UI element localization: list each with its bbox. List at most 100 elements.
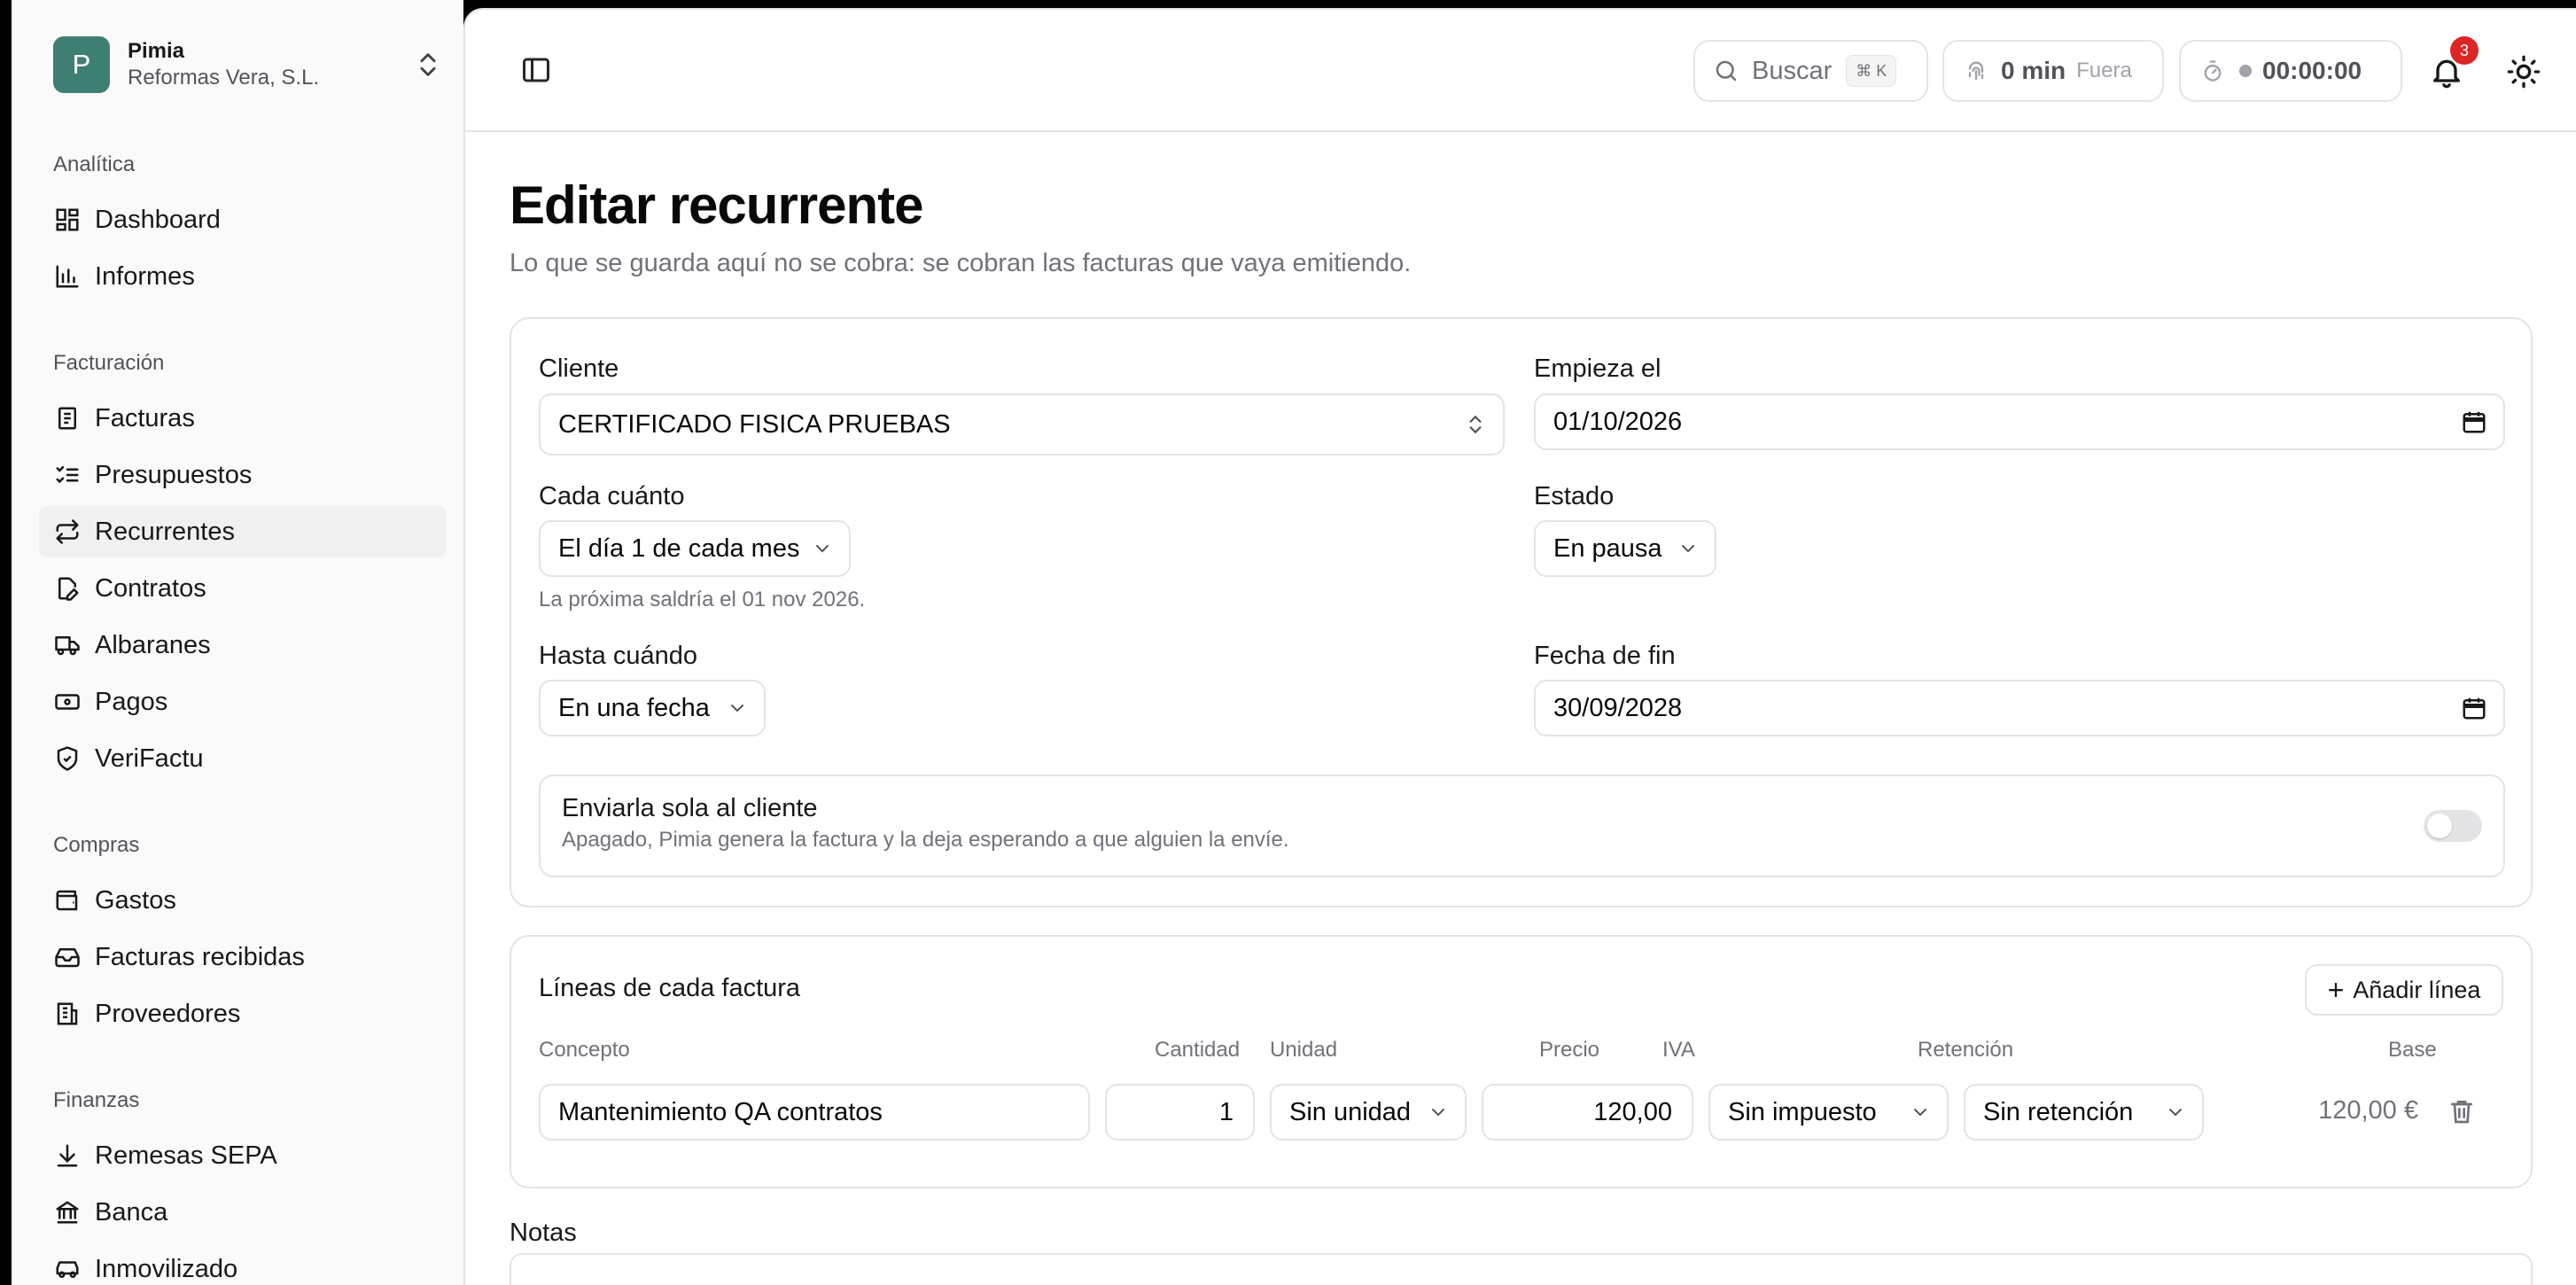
- workspace-company: Reformas Vera, S.L.: [128, 66, 320, 90]
- start-date-value: 01/10/2026: [1553, 407, 1683, 436]
- sidebar-item-pagos[interactable]: Pagos: [39, 676, 447, 728]
- file-pen-icon: [53, 574, 82, 603]
- sidebar-item-label: Recurrentes: [95, 517, 235, 546]
- sidebar-item-facturas-recibidas[interactable]: Facturas recibidas: [39, 931, 447, 983]
- search-icon: [1716, 60, 1737, 82]
- time-clock-button[interactable]: 0 min Fuera: [1942, 40, 2164, 102]
- chevron-down-icon: [1914, 1109, 1926, 1117]
- until-select[interactable]: En una fecha: [539, 680, 766, 736]
- add-line-label: Añadir línea: [2353, 976, 2481, 1003]
- notes-label: Notas: [510, 1219, 577, 1247]
- stopwatch-icon: [2204, 60, 2222, 82]
- lines-title: Líneas de cada factura: [539, 974, 801, 1002]
- vat-select[interactable]: Sin impuesto: [1708, 1084, 1949, 1141]
- sidebar-item-albaranes[interactable]: Albaranes: [39, 619, 447, 671]
- status-select[interactable]: En pausa: [1534, 520, 1716, 577]
- column-header-quantity: Cantidad: [1155, 1038, 1241, 1062]
- until-label: Hasta cuándo: [539, 642, 697, 670]
- column-header-unit: Unidad: [1270, 1038, 1338, 1062]
- sidebar-item-banca[interactable]: Banca: [39, 1187, 447, 1238]
- sidebar-item-label: Albaranes: [95, 630, 211, 659]
- nav-section-compras: Compras: [53, 833, 140, 857]
- status-value: En pausa: [1553, 533, 1662, 563]
- clock-status: Fuera: [2076, 58, 2132, 82]
- start-date-input[interactable]: 01/10/2026: [1534, 393, 2505, 450]
- status-label: Estado: [1534, 482, 1615, 510]
- toggle-knob: [2427, 814, 2452, 838]
- sidebar-item-presupuestos[interactable]: Presupuestos: [39, 449, 447, 501]
- timer-status-dot: [2239, 65, 2252, 77]
- auto-send-toggle[interactable]: [2424, 810, 2482, 842]
- chevron-down-icon: [1682, 545, 1694, 553]
- invoice-lines-card: Líneas de cada factura + Añadir línea Co…: [510, 935, 2533, 1188]
- frequency-value: El día 1 de cada mes: [558, 533, 800, 563]
- client-value: CERTIFICADO FISICA PRUEBAS: [558, 409, 951, 439]
- sidebar-item-informes[interactable]: Informes: [39, 251, 447, 302]
- sidebar-item-remesas-sepa[interactable]: Remesas SEPA: [39, 1130, 447, 1181]
- client-select[interactable]: CERTIFICADO FISICA PRUEBAS: [539, 393, 1505, 456]
- sidebar-item-label: Banca: [95, 1197, 168, 1227]
- line-base-amount: 120,00 €: [2318, 1096, 2418, 1125]
- search-button[interactable]: Buscar ⌘ K: [1693, 40, 1928, 102]
- search-label: Buscar: [1752, 56, 1833, 85]
- topbar: Buscar ⌘ K 0 min Fuera 00:00:00 3: [465, 10, 2576, 132]
- column-header-base: Base: [2388, 1038, 2437, 1062]
- column-header-retention: Retención: [1918, 1038, 2014, 1062]
- recurrence-settings-card: Cliente CERTIFICADO FISICA PRUEBAS Empie…: [510, 317, 2533, 907]
- sidebar-item-recurrentes[interactable]: Recurrentes: [39, 506, 447, 557]
- frequency-select[interactable]: El día 1 de cada mes: [539, 520, 851, 577]
- sun-icon[interactable]: [2506, 54, 2541, 90]
- start-date-label: Empieza el: [1534, 354, 1662, 383]
- end-date-input[interactable]: 30/09/2028: [1534, 680, 2505, 736]
- sidebar-item-dashboard[interactable]: Dashboard: [39, 194, 447, 245]
- dashboard-icon: [53, 206, 82, 234]
- shield-check-icon: [53, 744, 82, 773]
- chevron-down-icon: [2169, 1109, 2182, 1117]
- calendar-icon[interactable]: [2461, 409, 2487, 435]
- inbox-icon: [53, 943, 82, 971]
- receipt-icon: [53, 404, 82, 432]
- price-input[interactable]: 120,00: [1482, 1084, 1693, 1141]
- unit-select[interactable]: Sin unidad: [1270, 1084, 1467, 1141]
- chevron-down-icon: [816, 545, 829, 553]
- clock-value: 0 min: [2001, 57, 2066, 84]
- sidebar-item-proveedores[interactable]: Proveedores: [39, 988, 447, 1040]
- workspace-avatar: P: [53, 36, 110, 93]
- trash-icon[interactable]: [2448, 1096, 2476, 1126]
- timer-button[interactable]: 00:00:00: [2179, 40, 2402, 102]
- quantity-input[interactable]: 1: [1105, 1084, 1255, 1141]
- retention-select[interactable]: Sin retención: [1964, 1084, 2204, 1141]
- banknote-icon: [53, 688, 82, 716]
- end-date-label: Fecha de fin: [1534, 642, 1676, 670]
- workspace-switcher[interactable]: P Pimia Reformas Vera, S.L.: [53, 35, 443, 94]
- concept-input[interactable]: Mantenimiento QA contratos: [539, 1084, 1090, 1141]
- notes-textarea[interactable]: [510, 1253, 2533, 1285]
- sidebar-item-inmovilizado[interactable]: Inmovilizado: [39, 1243, 447, 1285]
- sidebar-item-label: Proveedores: [95, 999, 241, 1028]
- chevron-down-icon: [1432, 1109, 1444, 1117]
- page-subtitle: Lo que se guarda aquí no se cobra: se co…: [510, 249, 1412, 277]
- sidebar-item-verifactu[interactable]: VeriFactu: [39, 733, 447, 784]
- nav-section-finanzas: Finanzas: [53, 1088, 140, 1112]
- quantity-value: 1: [1218, 1097, 1234, 1126]
- sidebar: P Pimia Reformas Vera, S.L. Analítica Da…: [12, 0, 463, 1285]
- sidebar-item-facturas[interactable]: Facturas: [39, 393, 447, 444]
- chevron-down-icon: [731, 705, 743, 713]
- notifications-badge: 3: [2450, 36, 2479, 65]
- sidebar-item-gastos[interactable]: Gastos: [39, 875, 447, 926]
- until-value: En una fecha: [558, 693, 710, 722]
- unit-value: Sin unidad: [1289, 1097, 1412, 1126]
- column-header-concept: Concepto: [539, 1038, 630, 1062]
- sidebar-toggle-icon[interactable]: [520, 54, 552, 86]
- calendar-icon[interactable]: [2461, 695, 2487, 721]
- sidebar-item-contratos[interactable]: Contratos: [39, 563, 447, 614]
- chevrons-up-down-icon: [420, 53, 436, 76]
- column-header-price: Precio: [1539, 1038, 1600, 1062]
- add-line-button[interactable]: + Añadir línea: [2305, 964, 2503, 1016]
- sidebar-item-label: Contratos: [95, 573, 206, 603]
- repeat-icon: [53, 518, 82, 546]
- workspace-name: Pimia: [128, 39, 185, 63]
- concept-value: Mantenimiento QA contratos: [558, 1097, 883, 1126]
- sidebar-item-label: VeriFactu: [95, 744, 204, 773]
- sidebar-item-label: Remesas SEPA: [95, 1141, 277, 1170]
